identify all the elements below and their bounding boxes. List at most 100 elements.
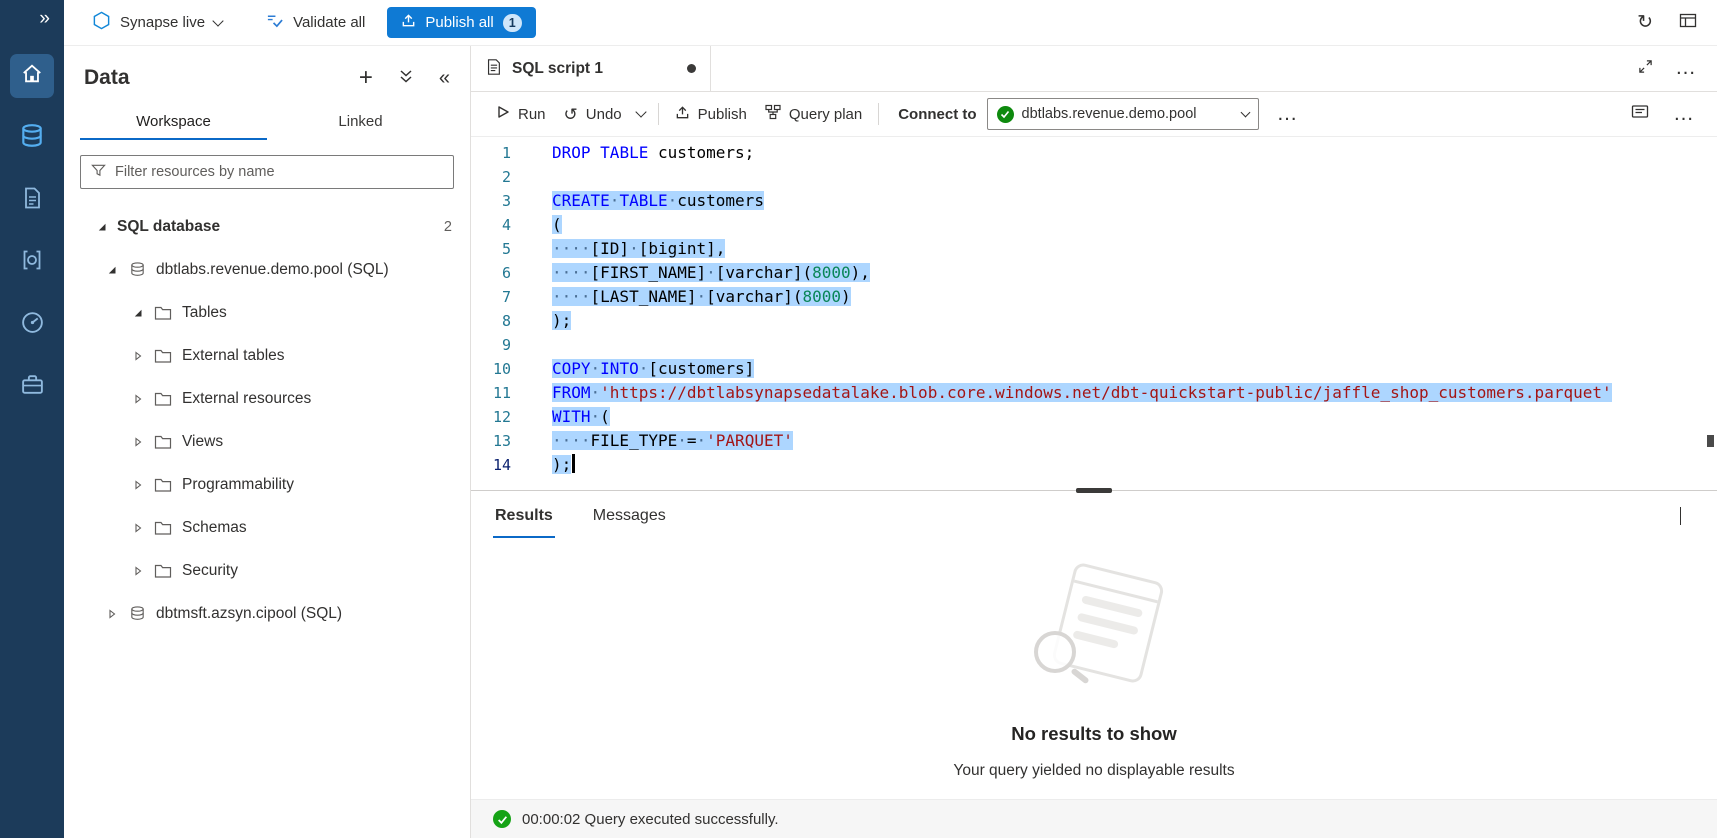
status-message: 00:00:02 Query executed successfully. [522,811,779,828]
database-icon [19,123,45,153]
collapse-node-icon[interactable] [94,222,110,232]
add-resource-button[interactable]: + [359,66,373,90]
line-number[interactable]: 12 [471,405,523,429]
pool-selector-dropdown[interactable]: dbtlabs.revenue.demo.pool [987,98,1259,130]
code-line[interactable]: CREATE·TABLE·customers [552,189,1717,213]
line-number[interactable]: 8 [471,309,523,333]
collapse-node-icon[interactable] [104,265,120,275]
develop-hub-button[interactable] [10,178,54,222]
code-line[interactable] [552,333,1717,357]
tree-item[interactable]: dbtmsft.azsyn.cipool (SQL) [64,592,470,635]
tree-item[interactable]: SQL database2 [64,205,470,248]
run-button[interactable]: Run [487,99,555,129]
expand-rail-icon[interactable]: » [39,6,64,36]
tree-item[interactable]: Programmability [64,463,470,506]
expand-node-icon[interactable] [104,609,120,619]
code-line[interactable]: COPY·INTO·[customers] [552,357,1717,381]
line-number[interactable]: 3 [471,189,523,213]
home-hub-button[interactable] [10,54,54,98]
collapse-pane-icon[interactable]: « [439,68,450,88]
upload-icon [675,105,690,124]
tab-workspace[interactable]: Workspace [80,104,267,140]
validate-all-button[interactable]: Validate all [266,12,365,33]
code-line[interactable]: ····FILE_TYPE·=·'PARQUET' [552,429,1717,453]
line-number[interactable]: 5 [471,237,523,261]
code-line[interactable]: ( [552,213,1717,237]
validate-all-label: Validate all [293,14,365,31]
tree-item[interactable]: External tables [64,334,470,377]
sql-pool-icon [127,261,147,278]
expand-node-icon[interactable] [130,480,146,490]
view-settings-icon[interactable] [1631,104,1649,125]
toolbar-overflow-icon[interactable]: … [1673,110,1695,118]
publish-all-button[interactable]: Publish all 1 [387,7,535,38]
tree-item-label: External tables [182,347,285,365]
line-number[interactable]: 6 [471,261,523,285]
expand-editor-icon[interactable] [1638,59,1653,78]
code-line[interactable]: ); [552,453,1717,477]
monitor-hub-button[interactable] [10,302,54,346]
folder-icon [153,391,173,407]
tree-item[interactable]: Security [64,549,470,592]
filter-resources-input[interactable] [115,164,443,180]
expand-node-icon[interactable] [130,394,146,404]
connected-check-icon [997,106,1014,123]
code-line[interactable]: WITH·( [552,405,1717,429]
tree-item[interactable]: External resources [64,377,470,420]
line-number[interactable]: 2 [471,165,523,189]
tree-item[interactable]: dbtlabs.revenue.demo.pool (SQL) [64,248,470,291]
undo-redo-dropdown[interactable] [631,106,651,122]
line-number[interactable]: 4 [471,213,523,237]
line-number[interactable]: 10 [471,357,523,381]
expand-node-icon[interactable] [130,523,146,533]
code-lines[interactable]: DROP TABLE customers; CREATE·TABLE·custom… [523,137,1717,490]
undo-button[interactable]: ↺ Undo [555,100,631,129]
collapse-results-button[interactable] [1680,508,1695,525]
code-line[interactable]: ····[FIRST_NAME]·[varchar](8000), [552,261,1717,285]
code-line[interactable]: ····[LAST_NAME]·[varchar](8000) [552,285,1717,309]
expand-node-icon[interactable] [130,351,146,361]
tab-sql-script-1[interactable]: SQL script 1 [471,46,711,91]
sql-code-editor[interactable]: 1234567891011121314 DROP TABLE customers… [471,137,1717,490]
unsaved-indicator [687,64,696,73]
integrate-hub-button[interactable] [10,240,54,284]
tab-results[interactable]: Results [493,495,555,538]
code-line[interactable]: DROP TABLE customers; [552,141,1717,165]
query-plan-button[interactable]: Query plan [756,98,871,130]
line-number[interactable]: 11 [471,381,523,405]
tree-item[interactable]: Views [64,420,470,463]
tree-item[interactable]: Tables [64,291,470,334]
more-options-icon[interactable]: … [1675,64,1697,72]
filter-resources-field[interactable] [80,155,454,189]
tree-item[interactable]: Schemas [64,506,470,549]
data-hub-button[interactable] [10,116,54,160]
code-line[interactable]: ····[ID]·[bigint], [552,237,1717,261]
line-numbers[interactable]: 1234567891011121314 [471,137,523,490]
collapse-node-icon[interactable] [130,308,146,318]
line-number[interactable]: 7 [471,285,523,309]
folder-icon [153,477,173,493]
toolbar-more-icon[interactable]: … [1277,110,1299,118]
manage-hub-button[interactable] [10,364,54,408]
tree-item-label: Tables [182,304,227,322]
line-number[interactable]: 13 [471,429,523,453]
app-root: » Synapse live V [0,0,1717,838]
refresh-icon[interactable]: ↻ [1637,13,1653,32]
line-number[interactable]: 1 [471,141,523,165]
empty-results-title: No results to show [1011,723,1177,745]
publish-button[interactable]: Publish [666,99,756,130]
expand-node-icon[interactable] [130,566,146,576]
tab-messages[interactable]: Messages [591,495,668,538]
code-line[interactable]: ); [552,309,1717,333]
table-properties-icon[interactable] [1679,12,1697,34]
code-line[interactable]: FROM·'https://dbtlabsynapsedatalake.blob… [552,381,1717,405]
line-number[interactable]: 14 [471,453,523,477]
line-number[interactable]: 9 [471,333,523,357]
expand-node-icon[interactable] [130,437,146,447]
panel-resize-handle[interactable] [1076,488,1112,493]
explorer-actions: + « [359,66,450,90]
code-line[interactable] [552,165,1717,189]
workspace-mode-selector[interactable]: Synapse live [92,11,222,34]
tab-linked[interactable]: Linked [267,104,454,140]
collapse-all-icon[interactable] [399,69,413,88]
